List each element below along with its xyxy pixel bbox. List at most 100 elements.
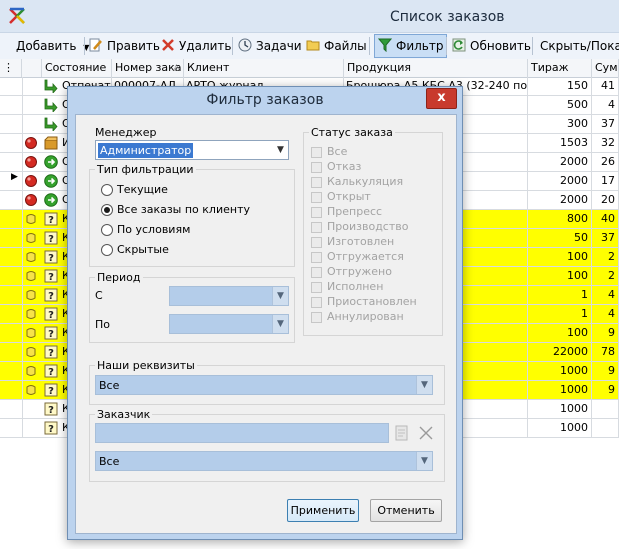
status-checkbox[interactable] [311, 162, 322, 173]
refresh-button[interactable]: Обновить [452, 36, 531, 56]
period-from-label: С [95, 289, 103, 302]
row-gutter[interactable] [0, 134, 23, 152]
cell-qty: 1000 [528, 381, 592, 399]
refresh-icon [452, 38, 466, 52]
column-header-qty[interactable]: Тираж [528, 59, 592, 77]
row-gutter[interactable]: ▶ [0, 172, 23, 190]
cell-qty: 1503 [528, 134, 592, 152]
radio-all-by-client[interactable] [101, 204, 113, 216]
red-light-icon [24, 136, 38, 150]
column-header-product[interactable]: Продукция [344, 59, 528, 77]
radio-hidden-label: Скрытые [117, 243, 169, 256]
row-gutter[interactable] [0, 305, 23, 323]
clear-x-icon[interactable] [417, 424, 435, 442]
files-button[interactable]: Файлы [306, 36, 367, 56]
add-button[interactable]: Добавить ▼ [16, 36, 89, 56]
cell-qty: 1000 [528, 419, 592, 437]
status-checkbox[interactable] [311, 282, 322, 293]
cell-qty: 300 [528, 115, 592, 133]
chevron-down-icon: ▼ [273, 141, 288, 159]
row-gutter[interactable] [0, 381, 23, 399]
delete-button[interactable]: Удалить [161, 36, 232, 56]
cancel-button[interactable]: Отменить [370, 499, 442, 522]
row-gutter[interactable] [0, 324, 23, 342]
filter-button[interactable]: Фильтр [374, 34, 448, 58]
chevron-down-icon: ▼ [272, 287, 288, 305]
status-checkbox[interactable] [311, 147, 322, 158]
cell-sum: 26 [592, 153, 619, 171]
row-gutter[interactable] [0, 343, 23, 361]
status-checkbox[interactable] [311, 192, 322, 203]
radio-current[interactable] [101, 184, 113, 196]
apply-button[interactable]: Применить [287, 499, 359, 522]
status-checkbox[interactable] [311, 222, 322, 233]
folder-icon [306, 40, 320, 51]
row-gutter[interactable] [0, 419, 23, 437]
row-gutter[interactable] [0, 210, 23, 228]
sort-ascending-icon: △ [173, 63, 180, 73]
period-to-field[interactable]: ▼ [169, 314, 289, 334]
open-list-icon[interactable] [393, 424, 411, 442]
svg-text:?: ? [48, 367, 54, 378]
svg-text:?: ? [48, 310, 54, 321]
status-checkbox-label: Приостановлен [327, 295, 417, 308]
row-gutter[interactable] [0, 248, 23, 266]
edit-button-label: Править [107, 39, 160, 53]
column-header-client[interactable]: Клиент [184, 59, 344, 77]
status-checkbox-label: Исполнен [327, 280, 384, 293]
customer-filter-select[interactable]: Все ▼ [95, 451, 433, 471]
state-question-icon: ? [44, 307, 58, 321]
row-gutter[interactable] [0, 267, 23, 285]
cell-qty: 100 [528, 324, 592, 342]
column-header-sum[interactable]: Сумм [592, 59, 619, 77]
delete-x-icon [162, 39, 174, 51]
column-chooser-icon[interactable]: ⋮ [0, 59, 22, 77]
row-gutter[interactable] [0, 153, 23, 171]
tasks-button[interactable]: Задачи [238, 36, 302, 56]
delete-button-label: Удалить [179, 39, 232, 53]
customer-filter-select-value: Все [99, 455, 120, 468]
status-checkbox[interactable] [311, 252, 322, 263]
state-question-icon: ? [44, 364, 58, 378]
status-checkbox[interactable] [311, 267, 322, 278]
close-icon[interactable]: x [426, 88, 457, 109]
tasks-button-label: Задачи [256, 39, 302, 53]
status-checkbox[interactable] [311, 207, 322, 218]
column-header-status[interactable]: Состояние [42, 59, 112, 77]
state-arrow-icon [44, 98, 58, 114]
svg-text:?: ? [48, 291, 54, 302]
row-gutter[interactable] [0, 362, 23, 380]
period-from-field[interactable]: ▼ [169, 286, 289, 306]
svg-text:?: ? [48, 348, 54, 359]
row-gutter[interactable] [0, 229, 23, 247]
status-checkbox-label: Калькуляция [327, 175, 404, 188]
cell-qty: 1 [528, 305, 592, 323]
status-checkbox[interactable] [311, 312, 322, 323]
cell-qty: 500 [528, 96, 592, 114]
requisites-select[interactable]: Все ▼ [95, 375, 433, 395]
status-checkbox[interactable] [311, 237, 322, 248]
column-header-number[interactable]: Номер зака △ [112, 59, 184, 77]
row-gutter[interactable] [0, 115, 23, 133]
period-label: Период [95, 271, 143, 284]
row-gutter[interactable] [0, 96, 23, 114]
row-gutter[interactable] [0, 191, 23, 209]
status-checkbox-label: Отказ [327, 160, 362, 173]
radio-hidden[interactable] [101, 244, 113, 256]
edit-button[interactable]: Править [89, 36, 160, 56]
manager-select[interactable]: Администратор ▼ [95, 140, 289, 160]
status-checkbox[interactable] [311, 297, 322, 308]
row-gutter[interactable] [0, 77, 23, 95]
cell-sum [592, 400, 619, 418]
row-gutter[interactable] [0, 400, 23, 418]
radio-all-by-client-label: Все заказы по клиенту [117, 203, 250, 216]
status-checkbox[interactable] [311, 177, 322, 188]
cell-qty: 2000 [528, 172, 592, 190]
radio-by-conditions[interactable] [101, 224, 113, 236]
state-question-icon: ? [44, 269, 58, 283]
state-question-icon: ? [44, 383, 58, 397]
customer-input[interactable] [95, 423, 389, 443]
row-gutter[interactable] [0, 286, 23, 304]
cell-sum: 37 [592, 115, 619, 133]
hide-show-button[interactable]: Скрыть/Показ [540, 36, 619, 56]
